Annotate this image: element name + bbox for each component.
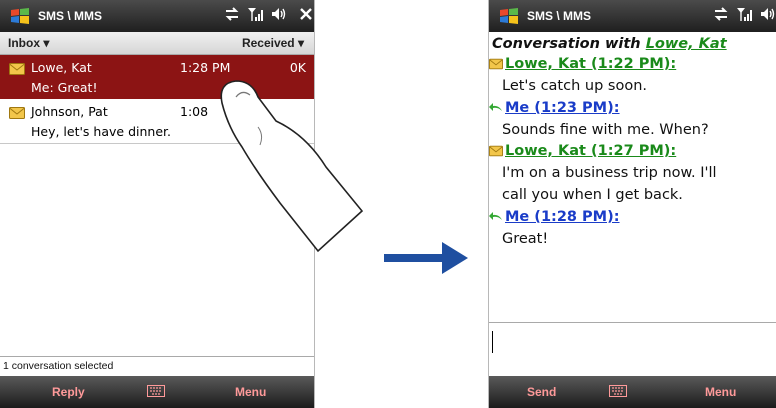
finger-tap bbox=[220, 80, 364, 253]
sync-arrows-icon[interactable] bbox=[713, 6, 729, 22]
folder-dropdown[interactable]: Inbox ▾ bbox=[8, 36, 49, 50]
app-title: SMS \ MMS bbox=[527, 9, 592, 23]
message-header[interactable]: Me (1:23 PM): bbox=[489, 100, 620, 116]
conversation-title: Conversation with Lowe, Kat bbox=[492, 36, 727, 52]
message-sender: Johnson, Pat bbox=[31, 104, 108, 119]
message-header-text: Me (1:23 PM): bbox=[505, 100, 620, 116]
message-body: Great! bbox=[502, 231, 549, 247]
softkey-bar: Reply Menu bbox=[0, 376, 314, 408]
title-bar: SMS \ MMS bbox=[0, 0, 314, 32]
message-body: I'm on a business trip now. I'll bbox=[502, 165, 717, 181]
message-header[interactable]: Lowe, Kat (1:22 PM): bbox=[489, 56, 676, 72]
keyboard-icon[interactable] bbox=[147, 385, 165, 397]
message-time: 1:28 PM bbox=[180, 60, 231, 75]
keyboard-icon[interactable] bbox=[609, 385, 627, 397]
message-preview: Me: Great! bbox=[31, 80, 98, 95]
status-icons bbox=[713, 6, 775, 22]
text-caret bbox=[492, 331, 493, 353]
message-body: Let's catch up soon. bbox=[502, 78, 647, 94]
envelope-icon bbox=[489, 58, 503, 70]
envelope-icon bbox=[489, 145, 503, 157]
reply-softkey[interactable]: Reply bbox=[52, 385, 85, 399]
sort-dropdown[interactable]: Received ▾ bbox=[242, 36, 304, 50]
message-header-text: Lowe, Kat (1:27 PM): bbox=[505, 143, 677, 159]
send-softkey[interactable]: Send bbox=[527, 385, 556, 399]
right-arrow bbox=[384, 242, 468, 274]
envelope-icon bbox=[9, 63, 25, 75]
conversation-prefix: Conversation with bbox=[492, 36, 646, 52]
title-bar: SMS \ MMS bbox=[489, 0, 776, 32]
menu-softkey[interactable]: Menu bbox=[235, 385, 266, 399]
app-title: SMS \ MMS bbox=[38, 9, 103, 23]
message-preview: Hey, let's have dinner. bbox=[31, 124, 171, 139]
message-header-text: Me (1:28 PM): bbox=[505, 209, 620, 225]
selection-status: 1 conversation selected bbox=[0, 356, 314, 375]
status-icons bbox=[224, 6, 313, 22]
close-icon[interactable] bbox=[299, 7, 313, 21]
message-size: 0K bbox=[289, 60, 306, 75]
reply-arrow-icon bbox=[489, 212, 502, 220]
message-body: call you when I get back. bbox=[502, 187, 683, 203]
message-sender: Lowe, Kat bbox=[31, 60, 92, 75]
sync-arrows-icon[interactable] bbox=[224, 6, 240, 22]
list-header: Inbox ▾ Received ▾ bbox=[0, 32, 314, 55]
windows-logo[interactable] bbox=[499, 7, 519, 25]
softkey-bar: Send Menu bbox=[489, 376, 776, 408]
right-screen-conversation: SMS \ MMS Conversation with Lowe, Kat Lo… bbox=[488, 0, 776, 408]
signal-icon[interactable] bbox=[736, 6, 752, 22]
compose-input[interactable] bbox=[489, 322, 776, 373]
volume-icon[interactable] bbox=[270, 6, 286, 22]
contact-link[interactable]: Lowe, Kat bbox=[646, 36, 727, 52]
menu-softkey[interactable]: Menu bbox=[705, 385, 736, 399]
message-header[interactable]: Lowe, Kat (1:27 PM): bbox=[489, 143, 676, 159]
envelope-icon bbox=[9, 107, 25, 119]
windows-logo[interactable] bbox=[10, 7, 30, 25]
volume-icon[interactable] bbox=[759, 6, 775, 22]
signal-icon[interactable] bbox=[247, 6, 263, 22]
reply-arrow-icon bbox=[489, 103, 502, 111]
message-body: Sounds fine with me. When? bbox=[502, 122, 709, 138]
message-header-text: Lowe, Kat (1:22 PM): bbox=[505, 56, 677, 72]
message-header[interactable]: Me (1:28 PM): bbox=[489, 209, 620, 225]
